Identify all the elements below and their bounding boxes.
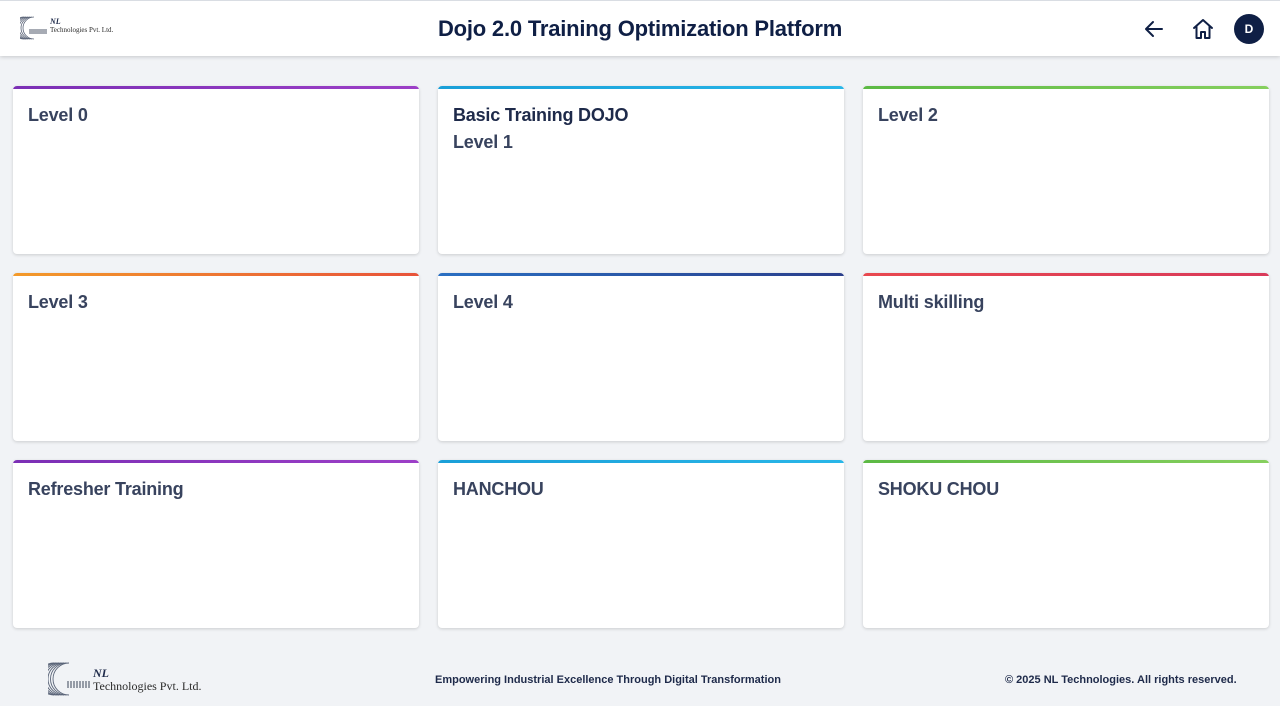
card-accent-bar: [438, 86, 844, 89]
card-accent-bar: [438, 460, 844, 463]
arrow-left-icon: [1145, 21, 1163, 37]
card-level-3[interactable]: Level 3: [13, 273, 419, 441]
card-shoku-chou[interactable]: SHOKU CHOU: [863, 460, 1269, 628]
card-level-2[interactable]: Level 2: [863, 86, 1269, 254]
footer-tagline: Empowering Industrial Excellence Through…: [435, 674, 781, 686]
logo-emblem-icon: [37, 662, 90, 696]
card-title: Level 4: [453, 292, 513, 312]
footer-logo-text: NL Technologies Pvt. Ltd.: [93, 667, 201, 692]
card-accent-bar: [863, 273, 1269, 276]
card-refresher-training[interactable]: Refresher Training: [13, 460, 419, 628]
logo-mark: NL: [93, 666, 109, 680]
footer-logo: NL Technologies Pvt. Ltd.: [37, 661, 218, 697]
card-title: HANCHOU: [453, 479, 544, 499]
card-accent-bar: [13, 273, 419, 276]
user-avatar[interactable]: D: [1234, 14, 1264, 44]
app-footer: NL Technologies Pvt. Ltd. Empowering Ind…: [0, 645, 1280, 706]
card-hanchou[interactable]: HANCHOU: [438, 460, 844, 628]
card-level-4[interactable]: Level 4: [438, 273, 844, 441]
card-accent-bar: [13, 460, 419, 463]
card-title: Multi skilling: [878, 292, 985, 312]
page-title: Dojo 2.0 Training Optimization Platform: [437, 16, 843, 41]
card-level-0[interactable]: Level 0: [13, 86, 419, 254]
logo-company: Technologies Pvt. Ltd.: [93, 679, 202, 693]
card-title: Level 2: [878, 105, 938, 125]
card-basic-training-dojo[interactable]: Basic Training DOJO Level 1: [438, 86, 844, 254]
card-accent-bar: [863, 460, 1269, 463]
card-title: Basic Training DOJO: [453, 105, 629, 125]
card-title: Level 3: [28, 292, 88, 312]
card-accent-bar: [438, 273, 844, 276]
back-button[interactable]: [1138, 13, 1170, 45]
footer-copyright: © 2025 NL Technologies. All rights reser…: [1005, 674, 1237, 686]
card-title: Refresher Training: [28, 479, 184, 499]
card-title: SHOKU CHOU: [878, 479, 1000, 499]
training-cards-grid: Level 0 Basic Training DOJO Level 1 Leve…: [13, 86, 1270, 628]
card-subtitle: Level 1: [453, 132, 513, 152]
card-title: Level 0: [28, 105, 88, 125]
home-button[interactable]: [1187, 13, 1219, 45]
app-header: NL Technologies Pvt. Ltd. Dojo 2.0 Train…: [0, 0, 1280, 56]
card-accent-bar: [13, 86, 419, 89]
card-multi-skilling[interactable]: Multi skilling: [863, 273, 1269, 441]
home-icon: [1193, 19, 1213, 39]
card-accent-bar: [863, 86, 1269, 89]
